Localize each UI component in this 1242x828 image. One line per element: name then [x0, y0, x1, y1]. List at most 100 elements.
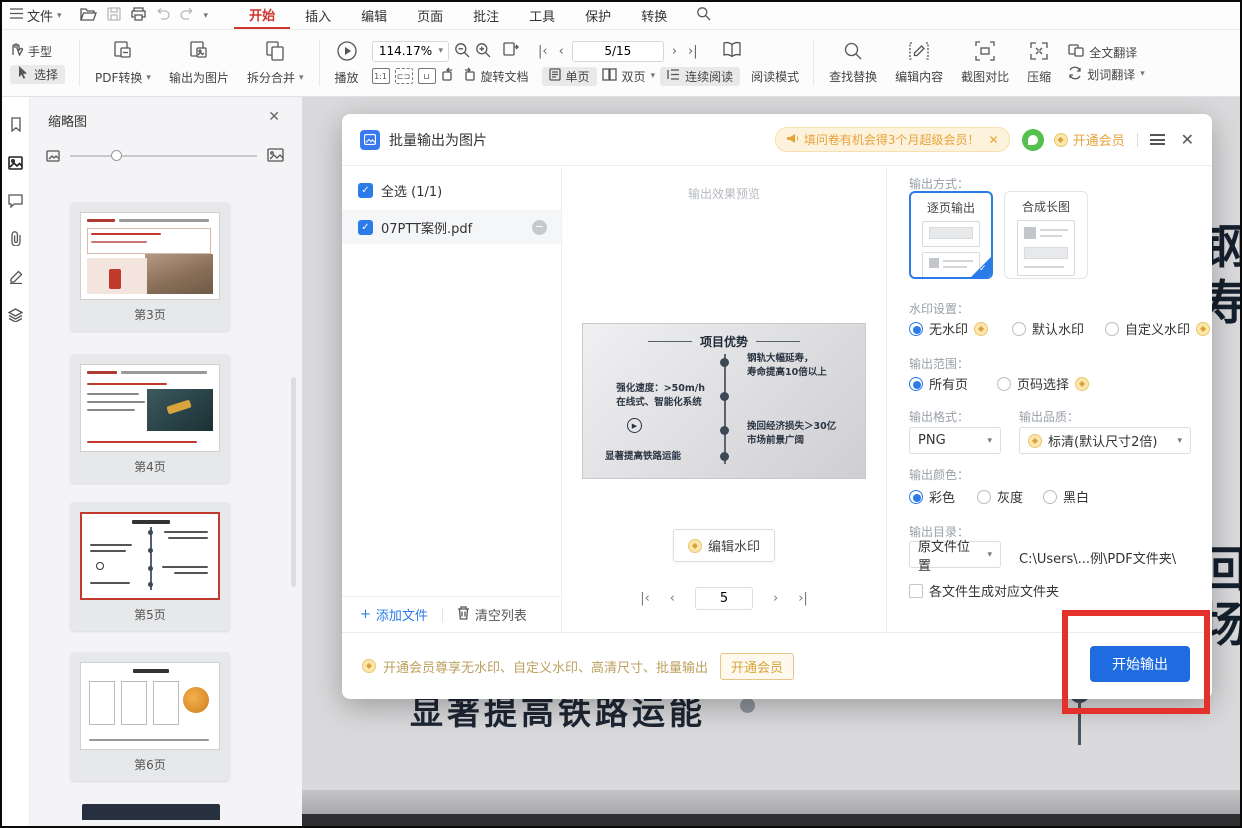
hand-tool-button[interactable]: 手型 [10, 43, 65, 60]
translate-full-button[interactable]: 全文翻译 [1068, 44, 1137, 61]
qat-chevron-icon[interactable]: ▾ [204, 11, 209, 21]
save-icon[interactable] [107, 7, 121, 25]
next-page-icon[interactable]: › [669, 44, 680, 59]
color-color-radio[interactable]: 彩色 [909, 487, 955, 506]
preview-prev-icon[interactable]: ‹ [670, 591, 675, 606]
file-row[interactable]: ✓ 07PTT案例.pdf − [342, 210, 561, 244]
file-menu[interactable]: 文件 ▾ [2, 6, 70, 25]
undo-icon[interactable] [156, 8, 170, 24]
page-thumb-icon[interactable] [502, 41, 520, 61]
thumbnail-page-6[interactable]: 第6页 [70, 652, 230, 781]
translate-word-button[interactable]: 划词翻译 ▾ [1068, 66, 1145, 83]
remove-file-icon[interactable]: − [532, 220, 547, 235]
zoom-combo[interactable]: ▾ [372, 41, 450, 62]
zoom-in-icon[interactable] [475, 42, 491, 61]
prev-page-icon[interactable]: ‹ [556, 44, 567, 59]
redo-icon[interactable] [180, 8, 194, 24]
per-file-folder-checkbox-row[interactable]: 各文件生成对应文件夹 [909, 581, 1059, 600]
thumbnail-page-5-selected[interactable]: 第5页 [70, 502, 230, 631]
rotate-right-icon[interactable] [461, 67, 476, 85]
attachments-panel-icon[interactable] [10, 231, 22, 250]
add-file-button[interactable]: + 添加文件 [342, 605, 428, 624]
edit-watermark-button[interactable]: 编辑水印 [673, 529, 775, 562]
select-all-checkbox[interactable]: ✓ [358, 183, 373, 198]
quality-dropdown[interactable]: 标清(默认尺寸2倍) ▾ [1019, 427, 1191, 454]
slider-track[interactable] [70, 155, 257, 157]
range-pages-radio[interactable]: 页码选择 [997, 374, 1089, 393]
search-icon[interactable] [696, 6, 711, 25]
last-page-icon[interactable]: ›| [685, 44, 701, 59]
rotate-doc-button[interactable]: 旋转文档 [481, 68, 529, 85]
preview-next-icon[interactable]: › [773, 591, 778, 606]
format-dropdown[interactable]: PNG ▾ [909, 427, 1001, 454]
find-replace-button[interactable]: 查找替换 [820, 41, 886, 85]
dialog-menu-icon[interactable] [1150, 134, 1165, 145]
thumbnail-page-4[interactable]: 第4页 [70, 354, 230, 483]
watermark-none-radio[interactable]: 无水印 [909, 319, 988, 338]
tab-annotate[interactable]: 批注 [458, 2, 514, 29]
thumb-small-icon[interactable] [46, 147, 60, 166]
fit-page-icon[interactable]: ⊔ [418, 68, 436, 84]
promo-banner-close-icon[interactable]: ✕ [989, 133, 999, 147]
export-image-button[interactable]: 输出为图片 [160, 40, 238, 86]
thumbnail-page-3[interactable]: 第3页 [70, 202, 230, 331]
compress-button[interactable]: 压缩 [1018, 41, 1060, 85]
range-all-radio[interactable]: 所有页 [909, 374, 968, 393]
zoom-input[interactable] [378, 44, 434, 58]
color-gray-radio[interactable]: 灰度 [977, 487, 1023, 506]
split-merge-button[interactable]: 拆分合并▾ [238, 40, 313, 86]
print-icon[interactable] [131, 7, 146, 25]
tab-convert[interactable]: 转换 [626, 2, 682, 29]
preview-last-icon[interactable]: ›| [798, 591, 808, 606]
dialog-close-icon[interactable]: ✕ [1181, 130, 1194, 149]
play-button[interactable]: 播放 [326, 40, 368, 86]
footer-open-vip-button[interactable]: 开通会员 [720, 653, 794, 680]
clear-list-button[interactable]: 清空列表 [457, 605, 527, 624]
tab-tools[interactable]: 工具 [514, 2, 570, 29]
directory-dropdown[interactable]: 原文件位置 ▾ [909, 541, 1001, 568]
tab-page[interactable]: 页面 [402, 2, 458, 29]
comments-panel-icon[interactable] [8, 193, 23, 212]
start-export-button[interactable]: 开始输出 [1090, 646, 1190, 682]
per-file-folder-checkbox[interactable] [909, 584, 923, 598]
tab-edit[interactable]: 编辑 [346, 2, 402, 29]
watermark-custom-radio[interactable]: 自定义水印 [1105, 319, 1210, 338]
thumb-large-icon[interactable] [267, 147, 284, 166]
zoom-out-icon[interactable] [454, 42, 470, 61]
open-vip-link[interactable]: 开通会员 [1054, 130, 1125, 149]
tab-protect[interactable]: 保护 [570, 2, 626, 29]
continuous-read-button[interactable]: 连续阅读 [660, 67, 740, 86]
thumbnail-page-7-partial[interactable] [82, 804, 220, 820]
user-avatar[interactable] [1022, 129, 1044, 151]
actual-size-icon[interactable]: 1:1 [372, 68, 390, 84]
open-file-icon[interactable] [80, 7, 97, 25]
tab-insert[interactable]: 插入 [290, 2, 346, 29]
select-tool-button[interactable]: 选择 [10, 65, 65, 84]
fit-width-icon[interactable]: ⊏⊐ [395, 68, 413, 84]
single-page-button[interactable]: 单页 [542, 67, 597, 86]
thumbnail-scrollbar[interactable] [291, 377, 296, 587]
double-page-button[interactable]: 双页 ▾ [602, 68, 656, 85]
first-page-icon[interactable]: |‹ [535, 44, 551, 59]
file-checkbox[interactable]: ✓ [358, 220, 373, 235]
read-mode-button[interactable]: 阅读模式 [751, 68, 799, 85]
promo-banner[interactable]: 填问卷有机会得3个月超级会员！ ✕ [775, 127, 1010, 152]
signature-panel-icon[interactable] [9, 269, 23, 288]
rotate-left-icon[interactable] [441, 67, 456, 85]
mode-per-page-card[interactable]: 逐页输出 ✓ [909, 191, 993, 279]
watermark-default-radio[interactable]: 默认水印 [1012, 319, 1084, 338]
preview-page-input[interactable] [695, 587, 753, 610]
bookmarks-panel-icon[interactable] [9, 117, 23, 136]
slider-handle[interactable] [111, 150, 122, 161]
mode-long-image-card[interactable]: 合成长图 [1004, 191, 1088, 279]
tab-home[interactable]: 开始 [234, 2, 290, 29]
color-bw-radio[interactable]: 黑白 [1043, 487, 1089, 506]
select-all-row[interactable]: ✓ 全选 (1/1) [342, 167, 561, 210]
layers-panel-icon[interactable] [8, 307, 23, 326]
capture-compare-button[interactable]: 截图对比 [952, 41, 1018, 85]
thumbnail-panel-close-icon[interactable]: ✕ [268, 109, 280, 125]
page-indicator-input[interactable] [572, 41, 664, 62]
preview-first-icon[interactable]: |‹ [640, 591, 650, 606]
edit-content-button[interactable]: 编辑内容 [886, 41, 952, 85]
pdf-convert-button[interactable]: PDF转换▾ [86, 40, 160, 86]
